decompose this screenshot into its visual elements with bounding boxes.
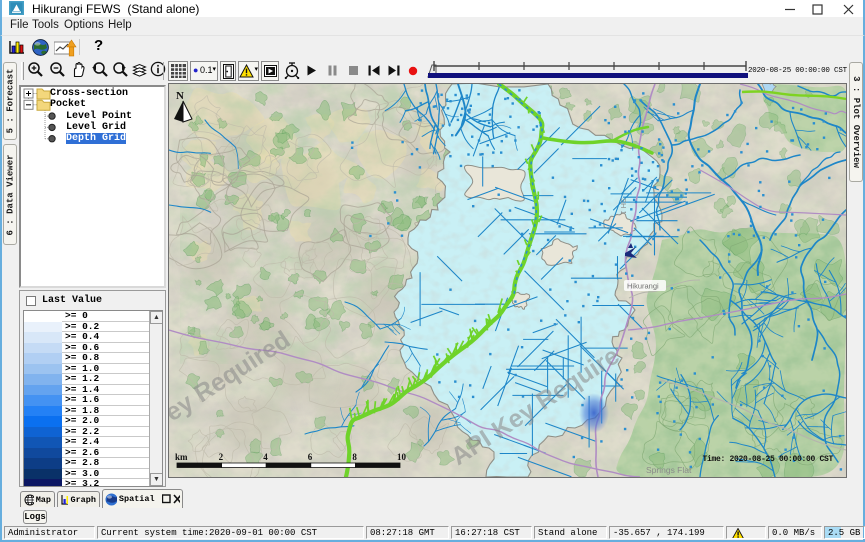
svg-text:Time: 2020-08-25 00:00:00 CST: Time: 2020-08-25 00:00:00 CST <box>702 455 833 464</box>
svg-text:N: N <box>176 90 184 102</box>
svg-text:8: 8 <box>352 452 357 462</box>
svg-text:4: 4 <box>263 452 268 462</box>
svg-text:Hikurangi: Hikurangi <box>627 282 659 291</box>
svg-text:10: 10 <box>397 452 407 462</box>
svg-text:km: km <box>175 452 188 462</box>
svg-text:2: 2 <box>219 452 224 462</box>
svg-text:6: 6 <box>308 452 313 462</box>
svg-text:SH 1: SH 1 <box>619 198 628 215</box>
svg-text:Springs Flat: Springs Flat <box>646 465 692 475</box>
